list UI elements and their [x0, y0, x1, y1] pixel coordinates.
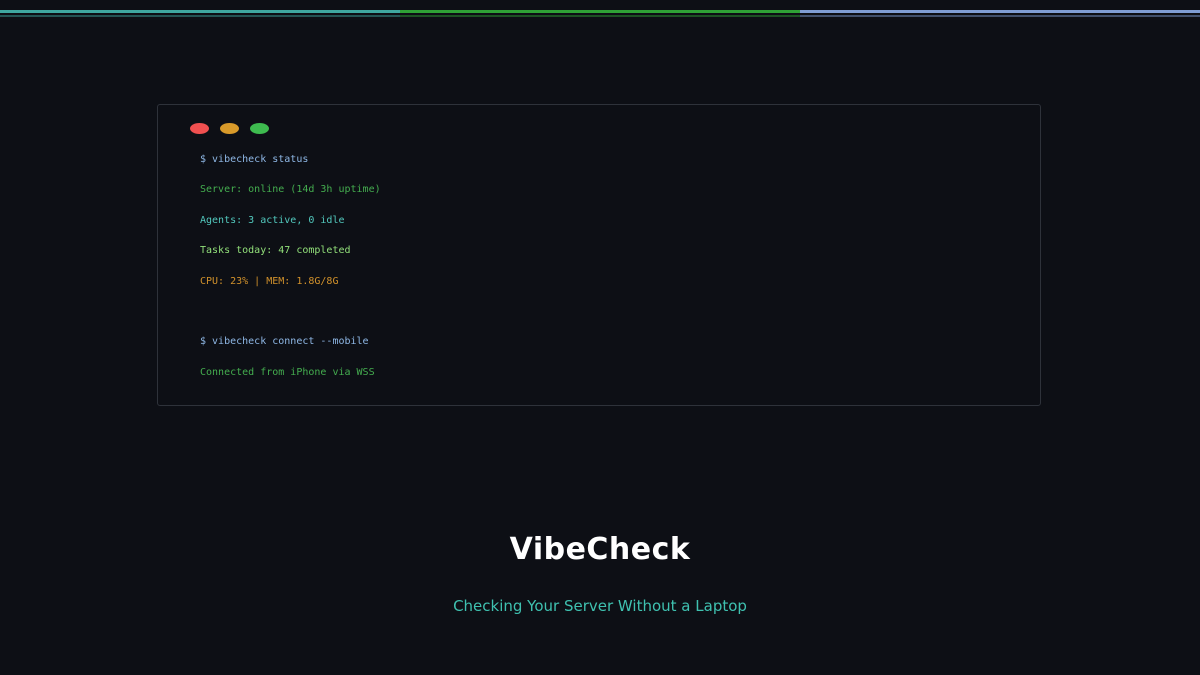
stripe-segment-green — [400, 10, 800, 13]
page-title: VibeCheck — [509, 532, 691, 567]
window-controls — [190, 123, 280, 134]
page: $ vibecheck status Server: online (14d 3… — [0, 0, 1200, 675]
terminal-window: $ vibecheck status Server: online (14d 3… — [157, 104, 1041, 406]
stripe-segment-teal — [0, 10, 400, 13]
minimize-dot-icon[interactable] — [220, 123, 239, 134]
terminal-line-connected: Connected from iPhone via WSS — [200, 367, 375, 378]
terminal-line-status-command: $ vibecheck status — [200, 154, 309, 165]
terminal-line-agents: Agents: 3 active, 0 idle — [200, 215, 345, 226]
maximize-dot-icon[interactable] — [250, 123, 269, 134]
terminal-line-resources: CPU: 23% | MEM: 1.8G/8G — [200, 276, 339, 287]
stripe-segment-blue — [800, 10, 1200, 13]
terminal-line-tasks: Tasks today: 47 completed — [200, 245, 351, 256]
stripe-shadow-blue — [800, 15, 1200, 17]
top-accent-stripe — [0, 10, 1200, 13]
top-accent-stripe-shadow — [0, 15, 1200, 17]
page-subtitle: Checking Your Server Without a Laptop — [453, 597, 747, 615]
close-dot-icon[interactable] — [190, 123, 209, 134]
terminal-line-connect-command: $ vibecheck connect --mobile — [200, 336, 369, 347]
stripe-shadow-teal — [0, 15, 400, 17]
stripe-shadow-green — [400, 15, 800, 17]
terminal-line-server: Server: online (14d 3h uptime) — [200, 184, 381, 195]
